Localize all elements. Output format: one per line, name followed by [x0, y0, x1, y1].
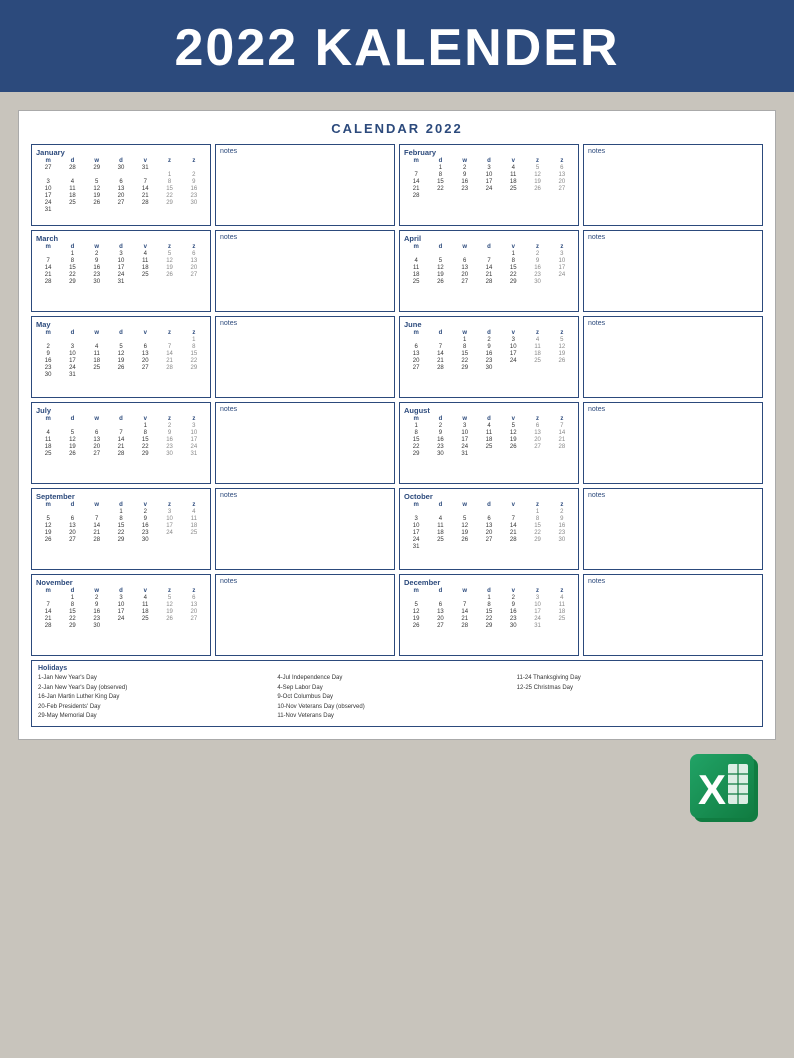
holiday-item: 10-Nov Veterans Day (observed)	[277, 703, 516, 713]
month-name: May	[36, 320, 206, 329]
month-cell-may: Maymdwdvzz123456789101112131415161718192…	[31, 316, 211, 398]
month-cell-march: Marchmdwdvzz1234567891011121314151617181…	[31, 230, 211, 312]
month-table: mdwdvzz123456789101112131415161718192021…	[36, 416, 206, 457]
notes-cell-december: notes	[583, 574, 763, 656]
month-name: August	[404, 406, 574, 415]
months-grid: Januarymdwdvzz27282930311234567891011121…	[31, 144, 763, 656]
notes-label: notes	[220, 320, 390, 327]
notes-label: notes	[220, 148, 390, 155]
holiday-item: 4-Jul Independence Day	[277, 674, 516, 684]
month-table: mdwdvzz123456789101112131415161718192021…	[404, 158, 574, 199]
notes-cell-may: notes	[215, 316, 395, 398]
notes-label: notes	[588, 148, 758, 155]
holidays-col2: 4-Jul Independence Day4-Sep Labor Day9-O…	[277, 674, 516, 722]
header: 2022 KALENDER	[0, 0, 794, 92]
month-name: October	[404, 492, 574, 501]
notes-cell-january: notes	[215, 144, 395, 226]
header-title: 2022 KALENDER	[174, 19, 619, 77]
notes-label: notes	[588, 406, 758, 413]
month-cell-february: Februarymdwdvzz1234567891011121314151617…	[399, 144, 579, 226]
holidays-grid: 1-Jan New Year's Day2-Jan New Year's Day…	[38, 674, 756, 722]
month-cell-september: Septembermdwdvzz123456789101112131415161…	[31, 488, 211, 570]
notes-label: notes	[588, 234, 758, 241]
month-cell-november: Novembermdwdvzz1234567891011121314151617…	[31, 574, 211, 656]
month-cell-june: Junemdwdvzz12345678910111213141516171819…	[399, 316, 579, 398]
holidays-col3: 11-24 Thanksgiving Day12-25 Christmas Da…	[517, 674, 756, 722]
holiday-item: 1-Jan New Year's Day	[38, 674, 277, 684]
month-table: mdwdvzz123456789101112131415161718192021…	[404, 502, 574, 550]
notes-cell-august: notes	[583, 402, 763, 484]
month-table: mdwdvzz123456789101112131415161718192021…	[404, 330, 574, 371]
holiday-item: 16-Jan Martin Luther King Day	[38, 693, 277, 703]
holiday-item: 29-May Memorial Day	[38, 712, 277, 722]
month-table: mdwdvzz123456789101112131415161718192021…	[36, 330, 206, 378]
holiday-item: 20-Feb Presidents' Day	[38, 703, 277, 713]
holiday-item: 11-Nov Veterans Day	[277, 712, 516, 722]
month-name: September	[36, 492, 206, 501]
calendar-title: CALENDAR 2022	[31, 121, 763, 136]
holiday-item: 2-Jan New Year's Day (observed)	[38, 684, 277, 694]
holiday-item: 4-Sep Labor Day	[277, 684, 516, 694]
month-name: January	[36, 148, 206, 157]
month-table: mdwdvzz123456789101112131415161718192021…	[36, 244, 206, 285]
month-name: March	[36, 234, 206, 243]
month-name: November	[36, 578, 206, 587]
month-table: mdwdvzz123456789101112131415161718192021…	[404, 416, 574, 457]
notes-cell-march: notes	[215, 230, 395, 312]
holiday-item: 9-Oct Columbus Day	[277, 693, 516, 703]
month-table: mdwdvzz123456789101112131415161718192021…	[36, 588, 206, 629]
notes-label: notes	[588, 320, 758, 327]
month-table: mdwdvzz123456789101112131415161718192021…	[404, 244, 574, 285]
notes-label: notes	[588, 492, 758, 499]
holiday-item: 12-25 Christmas Day	[517, 684, 756, 694]
month-cell-october: Octobermdwdvzz12345678910111213141516171…	[399, 488, 579, 570]
month-name: July	[36, 406, 206, 415]
month-name: April	[404, 234, 574, 243]
notes-cell-april: notes	[583, 230, 763, 312]
month-cell-august: Augustmdwdvzz123456789101112131415161718…	[399, 402, 579, 484]
month-name: February	[404, 148, 574, 157]
excel-logo-icon: X	[686, 750, 766, 830]
notes-label: notes	[220, 578, 390, 585]
month-cell-january: Januarymdwdvzz27282930311234567891011121…	[31, 144, 211, 226]
month-table: mdwdvzz123456789101112131415161718192021…	[404, 588, 574, 629]
svg-text:X: X	[698, 766, 726, 813]
notes-label: notes	[220, 234, 390, 241]
month-cell-july: Julymdwdvzz12345678910111213141516171819…	[31, 402, 211, 484]
holidays-col1: 1-Jan New Year's Day2-Jan New Year's Day…	[38, 674, 277, 722]
month-cell-december: Decembermdwdvzz1234567891011121314151617…	[399, 574, 579, 656]
holidays-section: Holidays 1-Jan New Year's Day2-Jan New Y…	[31, 660, 763, 727]
month-cell-april: Aprilmdwdvzz1234567891011121314151617181…	[399, 230, 579, 312]
notes-cell-july: notes	[215, 402, 395, 484]
holiday-item: 11-24 Thanksgiving Day	[517, 674, 756, 684]
notes-label: notes	[220, 406, 390, 413]
notes-cell-october: notes	[583, 488, 763, 570]
month-name: June	[404, 320, 574, 329]
notes-cell-november: notes	[215, 574, 395, 656]
notes-cell-september: notes	[215, 488, 395, 570]
month-table: mdwdvzz123456789101112131415161718192021…	[36, 502, 206, 543]
notes-cell-june: notes	[583, 316, 763, 398]
notes-label: notes	[588, 578, 758, 585]
month-name: December	[404, 578, 574, 587]
notes-label: notes	[220, 492, 390, 499]
holidays-title: Holidays	[38, 665, 756, 672]
month-table: mdwdvzz272829303112345678910111213141516…	[36, 158, 206, 213]
excel-logo-area: X	[18, 740, 776, 830]
notes-cell-february: notes	[583, 144, 763, 226]
